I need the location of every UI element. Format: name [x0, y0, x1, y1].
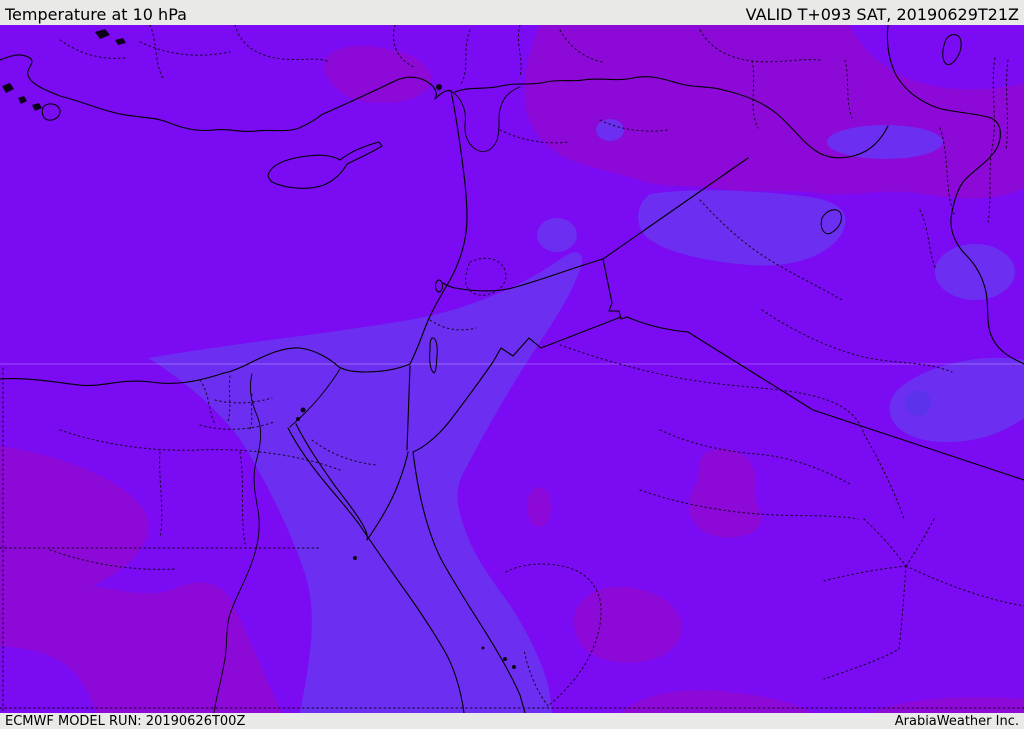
weather-map-screen: Temperature at 10 hPa VALID T+093 SAT, 2…	[0, 0, 1024, 729]
model-run-label: ECMWF MODEL RUN: 20190626T00Z	[5, 713, 246, 729]
island	[481, 646, 485, 650]
island	[353, 556, 357, 560]
temp-region-ne-ellipse1	[827, 125, 943, 159]
valid-time-label: VALID T+093 SAT, 20190629T21Z	[745, 5, 1019, 24]
page-title: Temperature at 10 hPa	[5, 5, 187, 24]
temp-region-syria-spot	[537, 218, 577, 252]
temp-region-turkey-spot	[596, 119, 624, 141]
temp-region-cool-core	[905, 390, 931, 416]
map-canvas	[0, 24, 1024, 714]
provider-label: ArabiaWeather Inc.	[894, 713, 1019, 729]
lake-anatolia-small	[436, 84, 442, 90]
header-bar: Temperature at 10 hPa VALID T+093 SAT, 2…	[0, 0, 1024, 25]
footer-bar: ECMWF MODEL RUN: 20190626T00Z ArabiaWeat…	[0, 713, 1024, 729]
bitter-lake	[296, 417, 300, 421]
island	[512, 665, 516, 669]
bitter-lake	[300, 407, 306, 413]
temp-region-small-blob	[527, 487, 551, 527]
island	[503, 657, 507, 661]
temp-region-ne-ellipse2	[935, 244, 1015, 300]
